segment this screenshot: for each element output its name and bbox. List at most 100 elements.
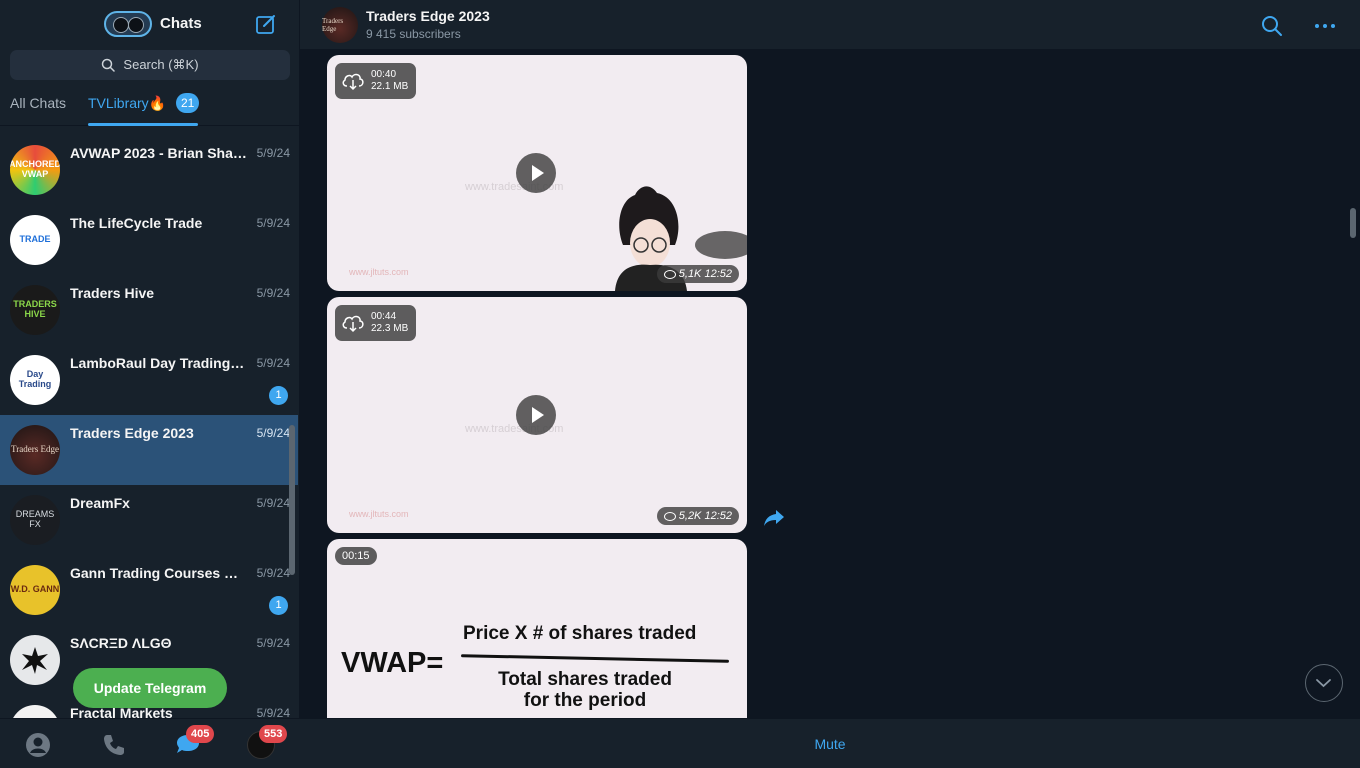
- avatar-label: Day Trading: [18, 369, 52, 389]
- bottom-nav: 405 553: [0, 718, 300, 768]
- tab-all-chats[interactable]: All Chats: [10, 95, 66, 111]
- avatar: Traders Edge: [10, 425, 60, 475]
- avatar-label: TRADERS HIVE: [13, 299, 57, 319]
- chat-name: Gann Trading Courses & Books: [70, 565, 248, 581]
- active-tab-indicator: [88, 123, 198, 126]
- profile-unread-badge: 553: [259, 725, 288, 743]
- chat-name: AVWAP 2023 - Brian Shannon: [70, 145, 248, 161]
- chat-date: 5/9/24: [256, 146, 290, 160]
- avatar: TRADERS HIVE: [10, 285, 60, 335]
- avatar: [10, 705, 60, 718]
- formula-numerator: Price X # of shares traded: [463, 623, 697, 644]
- video-size: 22.3 MB: [371, 323, 409, 334]
- contacts-icon[interactable]: [24, 731, 52, 759]
- message-time: 12:52: [704, 510, 732, 522]
- compose-icon[interactable]: [255, 13, 277, 35]
- video-duration: 00:44: [371, 311, 397, 322]
- avatar-label: Traders Edge: [322, 17, 344, 33]
- search-placeholder: Search (⌘K): [123, 57, 199, 72]
- chat-name: Traders Edge 2023: [70, 425, 194, 441]
- search-icon: [102, 58, 116, 72]
- chat-name: LamboRaul Day Trading Institution: [70, 355, 248, 371]
- sidebar-scrollbar[interactable]: [289, 425, 295, 575]
- watermark-secondary: www.jltuts.com: [349, 267, 409, 277]
- avatar-label: W.D. GANN: [10, 584, 60, 595]
- chat-date: 5/9/24: [256, 636, 290, 650]
- calls-icon[interactable]: [100, 731, 128, 759]
- message-time: 12:52: [704, 268, 732, 280]
- chat-date: 5/9/24: [256, 286, 290, 300]
- download-chip[interactable]: 00:40 22.1 MB: [335, 63, 417, 99]
- channel-avatar[interactable]: Traders Edge: [322, 7, 358, 43]
- video-size: 22.1 MB: [371, 81, 409, 92]
- play-button[interactable]: [516, 153, 556, 193]
- starburst-icon: [22, 647, 48, 674]
- video-message[interactable]: 00:44 22.3 MB www.tradesaint.com www.jltu…: [327, 297, 747, 533]
- chat-item-traders-hive[interactable]: TRADERS HIVE Traders Hive 5/9/24: [0, 275, 298, 345]
- views-value: 5,1K: [678, 268, 702, 280]
- avatar-label: ANCHORED VWAP: [10, 159, 60, 179]
- chat-name: SΛCRΞD ΛLGΘ: [70, 635, 172, 651]
- unread-badge: 1: [269, 596, 288, 615]
- cloud-download-icon: [342, 315, 364, 333]
- chats-unread-badge: 405: [186, 725, 215, 743]
- update-telegram-button[interactable]: Update Telegram: [73, 668, 227, 708]
- fraction-bar: [460, 654, 730, 663]
- watermark-secondary: www.jltuts.com: [349, 509, 409, 519]
- avatar: DREAMS FX: [10, 495, 60, 545]
- chat-header: Traders Edge Traders Edge 2023 9 415 sub…: [300, 0, 1360, 50]
- channel-footer: Mute: [300, 718, 1360, 768]
- views-value: 5,2K: [678, 510, 702, 522]
- more-icon[interactable]: [1313, 15, 1337, 37]
- view-count: 5,2K 12:52: [656, 507, 739, 525]
- play-button[interactable]: [516, 395, 556, 435]
- search-icon[interactable]: [1261, 15, 1283, 37]
- tab-unread-badge: 21: [176, 93, 200, 113]
- avatar: TRADE: [10, 215, 60, 265]
- channel-title[interactable]: Traders Edge 2023: [366, 8, 490, 24]
- avatar-label: Traders Edge: [11, 444, 59, 455]
- telegram-window: Chats Search (⌘K) All Chats TVLibrary🔥 2…: [0, 0, 1360, 768]
- chat-item-traders-edge[interactable]: Traders Edge Traders Edge 2023 5/9/24: [0, 415, 298, 485]
- video-message[interactable]: 00:40 22.1 MB www.tradesaint.com www.jltu…: [327, 55, 747, 291]
- chat-date: 5/9/24: [256, 216, 290, 230]
- chat-item-lamboraul[interactable]: Day Trading LamboRaul Day Trading Instit…: [0, 345, 298, 415]
- video-duration: 00:15: [335, 547, 377, 565]
- cloud-download-icon: [342, 73, 364, 91]
- chat-date: 5/9/24: [256, 426, 290, 440]
- message-area: 00:40 22.1 MB www.tradesaint.com www.jltu…: [300, 50, 1360, 718]
- chat-item-dreamfx[interactable]: DREAMS FX DreamFx 5/9/24: [0, 485, 298, 555]
- chat-item-avwap[interactable]: ANCHORED VWAP AVWAP 2023 - Brian Shannon…: [0, 135, 298, 205]
- video-message[interactable]: 00:15 VWAP= Price X # of shares traded T…: [327, 539, 747, 718]
- chat-list: ANCHORED VWAP AVWAP 2023 - Brian Shannon…: [0, 135, 300, 718]
- message-scrollbar[interactable]: [1350, 208, 1356, 238]
- avatar-label: DREAMS FX: [15, 509, 55, 529]
- folder-tabs: All Chats TVLibrary🔥 21: [0, 88, 300, 126]
- view-count: 5,1K 12:52: [656, 265, 739, 283]
- folder-avatar-icon[interactable]: [104, 11, 152, 37]
- mute-button[interactable]: Mute: [300, 719, 1360, 768]
- chat-name: The LifeCycle Trade: [70, 215, 203, 231]
- scroll-to-bottom-button[interactable]: [1305, 664, 1343, 702]
- chat-date: 5/9/24: [256, 566, 290, 580]
- tab-tvlibrary[interactable]: TVLibrary🔥: [88, 95, 166, 112]
- avatar-label: TRADE: [19, 234, 51, 245]
- avatar: [10, 635, 60, 685]
- denominator-line-2: for the period: [523, 690, 647, 711]
- avatar: Day Trading: [10, 355, 60, 405]
- search-input[interactable]: Search (⌘K): [10, 50, 290, 80]
- video-duration: 00:40: [371, 69, 397, 80]
- chevron-down-icon: [1316, 679, 1331, 688]
- sidebar-header: Chats: [0, 0, 300, 48]
- denominator-line-1: Total shares traded: [498, 669, 672, 690]
- avatar: ANCHORED VWAP: [10, 145, 60, 195]
- forward-icon[interactable]: [762, 508, 786, 528]
- chat-date: 5/9/24: [256, 496, 290, 510]
- chat-date: 5/9/24: [256, 356, 290, 370]
- chat-item-lifecycle[interactable]: TRADE The LifeCycle Trade 5/9/24: [0, 205, 298, 275]
- subscriber-count: 9 415 subscribers: [366, 27, 461, 41]
- chat-date: 5/9/24: [256, 706, 290, 718]
- download-chip[interactable]: 00:44 22.3 MB: [335, 305, 417, 341]
- chat-item-gann[interactable]: W.D. GANN Gann Trading Courses & Books 5…: [0, 555, 298, 625]
- chat-name: DreamFx: [70, 495, 130, 511]
